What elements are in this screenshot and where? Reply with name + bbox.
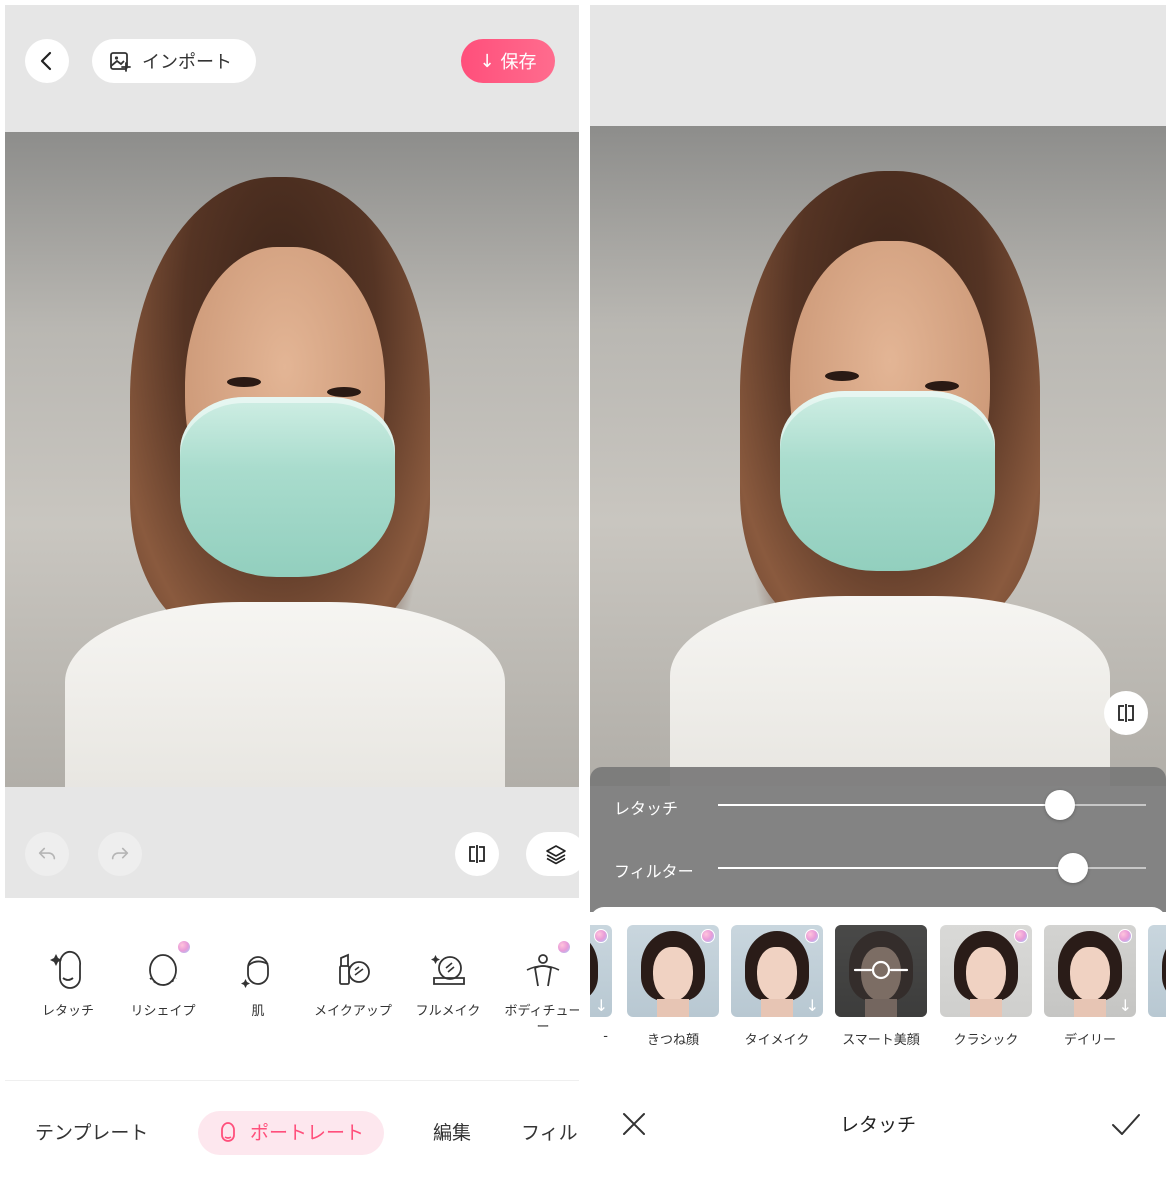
tab-portrait[interactable]: ポートレート	[198, 1111, 385, 1155]
retouch-slider-track[interactable]	[718, 790, 1146, 820]
redo-button[interactable]	[98, 832, 142, 876]
portrait-tools-sheet: レタッチ リシェイプ 肌 メイクアップ フルメイク ボディチュー ー	[5, 898, 579, 1078]
preset-classic[interactable]: クラシック	[940, 925, 1032, 1048]
apply-button[interactable]	[1108, 1106, 1144, 1142]
back-button[interactable]	[25, 39, 69, 83]
preset-thai-makeup[interactable]: ↓ タイメイク	[731, 925, 823, 1048]
premium-gem-icon	[805, 929, 819, 943]
smart-slider-icon	[853, 960, 909, 980]
download-icon: ↓	[1118, 996, 1132, 1015]
tool-label: メイクアップ	[314, 1004, 392, 1019]
layers-button[interactable]	[526, 832, 579, 876]
tool-label: リシェイプ	[130, 1004, 196, 1019]
left-editor-screen: インポート ↓ 保存 レタッチ リシェイプ 肌 メイクアップ フルメイク ボディ…	[5, 5, 579, 1189]
photo-eye-right	[327, 387, 361, 397]
photo-eye-left	[825, 371, 859, 381]
photo-face-mask	[180, 397, 395, 577]
retouch-slider-row: レタッチ	[590, 785, 1166, 825]
portrait-photo-preview[interactable]	[590, 126, 1166, 786]
action-bar	[5, 787, 579, 898]
top-grey-bar	[590, 5, 1166, 126]
undo-icon	[38, 847, 56, 860]
compare-button[interactable]	[1104, 691, 1148, 735]
preset-label: -	[603, 1029, 608, 1044]
reshape-face-icon	[149, 954, 177, 986]
skin-face-icon	[241, 956, 269, 988]
image-add-icon	[110, 52, 131, 72]
right-retouch-screen: レタッチ フィルター ↓ - きつね顔 ↓ タイメイク スマート美顔 クラシック…	[590, 5, 1166, 1189]
compact-mirror-icon	[431, 955, 465, 985]
slider-label: フィルター	[614, 862, 694, 881]
download-arrow-icon: ↓	[479, 50, 495, 72]
tool-skin[interactable]: 肌	[213, 948, 303, 1020]
preset-item-partial[interactable]: ↓ -	[590, 925, 612, 1044]
import-button[interactable]: インポート	[92, 39, 256, 83]
premium-gem-icon	[557, 940, 571, 954]
bottom-tab-bar: テンプレート ポートレート 編集 フィル	[5, 1080, 579, 1189]
top-toolbar: インポート ↓ 保存	[5, 5, 579, 132]
download-icon: ↓	[805, 996, 819, 1015]
chevron-left-icon	[40, 51, 52, 71]
tab-template[interactable]: テンプレート	[35, 1111, 148, 1155]
filter-slider-handle[interactable]	[1058, 853, 1089, 883]
portrait-photo[interactable]	[5, 132, 579, 787]
premium-gem-icon	[1014, 929, 1028, 943]
tool-body-tune[interactable]: ボディチュー ー	[493, 940, 579, 1036]
tool-label: フルメイク	[415, 1004, 481, 1019]
save-button[interactable]: ↓ 保存	[461, 39, 555, 83]
tool-retouch[interactable]: レタッチ	[23, 948, 113, 1020]
tool-label: ボディチュー ー	[504, 1004, 579, 1035]
portrait-face-icon	[221, 1122, 235, 1142]
filter-slider-row: フィルター	[590, 848, 1166, 888]
tab-portrait-label: ポートレート	[250, 1122, 365, 1144]
redo-icon	[111, 847, 129, 860]
tool-reshape[interactable]: リシェイプ	[118, 940, 208, 1020]
lipstick-icon	[339, 953, 370, 985]
premium-gem-icon	[701, 929, 715, 943]
check-icon	[1112, 1114, 1140, 1135]
import-label: インポート	[142, 52, 232, 73]
tool-full-makeup[interactable]: フルメイク	[403, 948, 493, 1020]
undo-button[interactable]	[25, 832, 69, 876]
body-icon	[526, 954, 560, 987]
preset-item-next-partial[interactable]	[1148, 925, 1166, 1017]
tab-edit[interactable]: 編集	[433, 1111, 471, 1155]
compare-icon	[469, 845, 485, 863]
tool-label: レタッチ	[41, 1004, 94, 1019]
preset-label: スマート美顔	[842, 1033, 920, 1048]
save-label: 保存	[500, 52, 537, 73]
tool-makeup[interactable]: メイクアップ	[308, 948, 398, 1020]
compare-button[interactable]	[455, 832, 499, 876]
retouch-face-icon	[50, 950, 82, 989]
premium-gem-icon	[177, 940, 191, 954]
photo-shirt	[670, 596, 1110, 786]
preset-label: クラシック	[953, 1033, 1019, 1048]
compare-icon	[1118, 704, 1134, 722]
intensity-sliders-panel: レタッチ フィルター	[590, 767, 1166, 912]
preset-smart-beauty[interactable]: スマート美顔	[835, 925, 927, 1048]
layers-icon	[546, 845, 566, 865]
panel-title: レタッチ	[839, 1114, 916, 1136]
tool-label: 肌	[251, 1004, 265, 1019]
slider-fill	[718, 867, 1074, 869]
photo-face-mask	[780, 391, 995, 571]
premium-gem-icon	[594, 929, 608, 943]
tab-filter[interactable]: フィル	[521, 1111, 578, 1155]
filter-slider-track[interactable]	[718, 853, 1146, 883]
photo-shirt	[65, 602, 505, 787]
premium-gem-icon	[1118, 929, 1132, 943]
slider-label: レタッチ	[614, 799, 679, 818]
preset-label: きつね顔	[646, 1033, 699, 1048]
slider-fill	[718, 804, 1061, 806]
preset-daily[interactable]: ↓ デイリー	[1044, 925, 1136, 1048]
preset-fox-face[interactable]: きつね顔	[627, 925, 719, 1048]
retouch-footer: レタッチ	[590, 1090, 1166, 1189]
retouch-slider-handle[interactable]	[1045, 790, 1076, 820]
preset-label: デイリー	[1063, 1033, 1116, 1048]
download-icon: ↓	[594, 996, 608, 1015]
photo-eye-right	[925, 381, 959, 391]
preset-label: タイメイク	[744, 1033, 810, 1048]
photo-eye-left	[227, 377, 261, 387]
